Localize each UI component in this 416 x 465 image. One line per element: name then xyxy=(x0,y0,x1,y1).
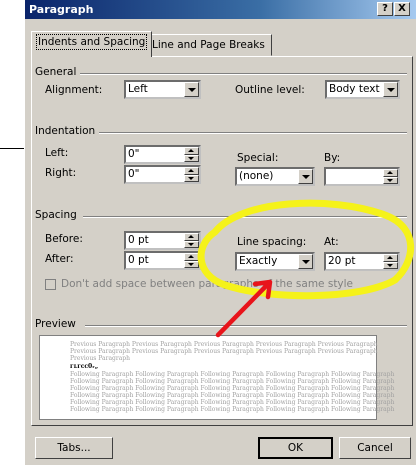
after-stepper[interactable] xyxy=(184,253,199,268)
close-button[interactable]: X xyxy=(394,2,410,16)
at-value: 20 pt xyxy=(328,255,356,267)
outline-level-label: Outline level: xyxy=(235,84,305,96)
preview-box: Previous Paragraph Previous Paragraph Pr… xyxy=(39,335,394,420)
right-indent-label: Right: xyxy=(45,167,77,179)
alignment-dropdown[interactable]: Left xyxy=(124,80,201,99)
preview-line: Following Paragraph Following Paragraph … xyxy=(70,378,395,385)
outline-level-value: Body text xyxy=(329,83,380,95)
at-stepper[interactable] xyxy=(383,254,398,269)
dialog-title: Paragraph xyxy=(29,3,94,16)
left-indent-field[interactable]: 0" xyxy=(124,145,201,164)
outline-level-dropdown[interactable]: Body text xyxy=(325,80,400,99)
indentation-group-label: Indentation xyxy=(35,125,100,137)
line-spacing-label: Line spacing: xyxy=(237,236,307,248)
help-button[interactable]: ? xyxy=(377,2,393,16)
preview-line: Previous Paragraph Previous Paragraph Pr… xyxy=(70,341,378,348)
title-bar: Paragraph xyxy=(25,0,416,19)
chevron-down-icon[interactable] xyxy=(298,169,313,184)
cancel-button[interactable]: Cancel xyxy=(339,437,411,459)
left-indent-value: 0" xyxy=(128,148,140,160)
special-dropdown[interactable]: (none) xyxy=(235,167,315,186)
after-label: After: xyxy=(45,253,74,265)
special-value: (none) xyxy=(239,170,274,182)
tabs-button[interactable]: Tabs... xyxy=(35,437,113,459)
at-label: At: xyxy=(324,236,339,248)
spacing-divider xyxy=(83,216,407,218)
preview-line: Following Paragraph Following Paragraph … xyxy=(70,406,395,413)
right-indent-stepper[interactable] xyxy=(184,167,199,182)
by-field[interactable] xyxy=(324,167,400,186)
general-group-label: General xyxy=(35,66,81,78)
left-indent-label: Left: xyxy=(45,147,69,159)
by-stepper[interactable] xyxy=(383,169,398,184)
tab-line-and-page-breaks[interactable]: Line and Page Breaks xyxy=(145,34,272,56)
line-spacing-dropdown[interactable]: Exactly xyxy=(235,252,315,271)
alignment-label: Alignment: xyxy=(45,84,103,96)
line-spacing-value: Exactly xyxy=(239,255,278,267)
chevron-down-icon[interactable] xyxy=(383,82,398,97)
preview-current-line: ᴦʟᴦᴄᴄ0ᵣ„ xyxy=(70,363,99,370)
preview-line: Following Paragraph Following Paragraph … xyxy=(70,392,395,399)
preview-line: Following Paragraph Following Paragraph … xyxy=(70,399,395,406)
spacing-group-label: Spacing xyxy=(35,209,81,221)
at-field[interactable]: 20 pt xyxy=(324,252,400,271)
external-line xyxy=(0,148,24,149)
before-stepper[interactable] xyxy=(184,233,199,248)
by-label: By: xyxy=(324,152,341,164)
special-label: Special: xyxy=(237,152,279,164)
before-label: Before: xyxy=(45,233,83,245)
preview-divider xyxy=(85,325,407,327)
before-field[interactable]: 0 pt xyxy=(124,231,201,250)
preview-line: Following Paragraph Following Paragraph … xyxy=(70,385,395,392)
dont-add-space-checkbox[interactable] xyxy=(45,279,56,290)
dont-add-space-label: Don't add space between paragraphs of th… xyxy=(61,278,354,290)
chevron-down-icon[interactable] xyxy=(298,254,313,269)
preview-line: Previous Paragraph xyxy=(70,355,131,362)
preview-group-label: Preview xyxy=(35,318,80,330)
left-indent-stepper[interactable] xyxy=(184,147,199,162)
right-indent-value: 0" xyxy=(128,168,140,180)
general-divider xyxy=(77,73,407,75)
indentation-divider xyxy=(95,132,407,134)
right-indent-field[interactable]: 0" xyxy=(124,165,201,184)
after-field[interactable]: 0 pt xyxy=(124,251,201,270)
tab-indents-and-spacing[interactable]: Indents and Spacing xyxy=(31,31,153,57)
alignment-value: Left xyxy=(128,83,148,95)
preview-line: Previous Paragraph Previous Paragraph Pr… xyxy=(70,348,378,355)
before-value: 0 pt xyxy=(128,234,149,246)
after-value: 0 pt xyxy=(128,254,149,266)
preview-line: Following Paragraph Following Paragraph … xyxy=(70,371,395,378)
ok-button[interactable]: OK xyxy=(258,437,333,459)
paragraph-dialog: Paragraph ? X Indents and Spacing Line a… xyxy=(24,0,416,465)
chevron-down-icon[interactable] xyxy=(184,82,199,97)
